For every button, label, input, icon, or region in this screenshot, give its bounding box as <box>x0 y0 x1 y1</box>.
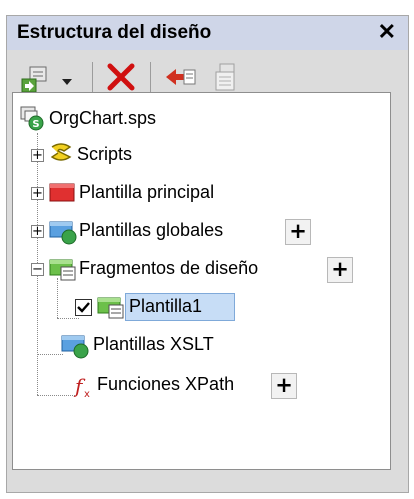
expand-icon[interactable]: + <box>31 187 44 200</box>
tree-item-xpath-functions[interactable]: f x Funciones XPath + <box>73 371 383 401</box>
design-tree[interactable]: S OrgChart.sps + Scripts + Plantilla pri… <box>12 92 391 470</box>
tree-item-main-template[interactable]: + Plantilla principal <box>31 179 361 209</box>
xslt-templates-icon <box>61 331 89 364</box>
svg-text:S: S <box>32 119 39 130</box>
expand-icon[interactable]: + <box>31 149 44 162</box>
panel-titlebar: Estructura del diseño ✕ <box>7 16 408 50</box>
tree-item-plantilla1[interactable]: Plantilla1 <box>75 293 275 323</box>
tree-item-scripts[interactable]: + Scripts <box>31 141 331 171</box>
sps-file-icon: S <box>19 105 45 136</box>
scripts-icon <box>49 141 73 172</box>
tree-item-label: Plantillas XSLT <box>93 334 214 354</box>
tree-item-design-fragments[interactable]: − Fragmentos de diseño + <box>31 255 390 288</box>
global-templates-icon <box>49 217 77 250</box>
toolbar-separator <box>150 62 151 92</box>
tree-item-xslt-templates[interactable]: Plantillas XSLT <box>61 331 361 361</box>
tree-item-label: Scripts <box>77 144 133 164</box>
panel-title: Estructura del diseño <box>17 22 212 43</box>
add-design-fragment-button[interactable]: + <box>327 257 353 283</box>
back-icon[interactable] <box>164 66 196 93</box>
xpath-functions-icon: f x <box>73 373 95 404</box>
tree-item-label: OrgChart.sps <box>49 108 157 128</box>
add-xpath-function-button[interactable]: + <box>271 373 297 399</box>
tree-connector <box>37 354 63 355</box>
tree-item-label: Plantilla1 <box>129 296 203 316</box>
design-fragments-icon <box>49 255 77 288</box>
tree-item-label: Plantilla principal <box>79 182 215 202</box>
toolbar-separator <box>92 62 93 92</box>
checkbox-checked-icon[interactable] <box>75 299 92 321</box>
add-global-template-button[interactable]: + <box>285 219 311 245</box>
collapse-icon[interactable]: − <box>31 263 44 276</box>
close-icon[interactable]: ✕ <box>378 20 396 44</box>
expand-icon[interactable]: + <box>31 225 44 238</box>
fragment-icon <box>97 293 125 326</box>
dropdown-arrow-icon[interactable] <box>62 74 72 92</box>
tree-connector <box>37 395 75 396</box>
main-template-icon <box>49 181 75 208</box>
tree-item-label: Funciones XPath <box>97 374 235 394</box>
svg-text:x: x <box>84 389 90 399</box>
tree-item-label: Plantillas globales <box>79 220 224 240</box>
tree-item-global-templates[interactable]: + Plantillas globales + <box>31 217 390 250</box>
tree-root-item[interactable]: S OrgChart.sps <box>19 105 319 135</box>
tree-item-label: Fragmentos de diseño <box>79 258 259 278</box>
